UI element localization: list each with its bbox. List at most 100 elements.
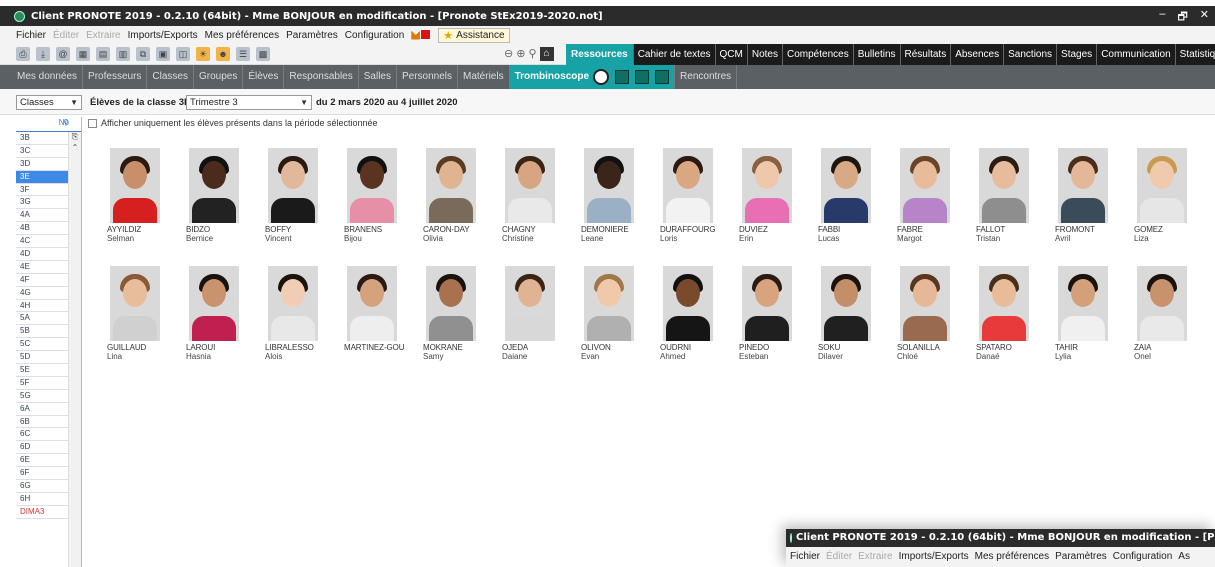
student-photo[interactable] bbox=[505, 266, 555, 341]
class-item[interactable]: 5B bbox=[16, 325, 68, 339]
window-icon[interactable]: ◫ bbox=[176, 47, 190, 61]
student-photo[interactable] bbox=[110, 148, 160, 223]
overlay-menu-item[interactable]: Éditer bbox=[826, 547, 852, 567]
messaging-icon[interactable] bbox=[411, 29, 431, 41]
trimestre-select[interactable]: Trimestre 3 ▼ bbox=[186, 95, 312, 110]
tab-comp-tences[interactable]: Compétences bbox=[783, 44, 854, 65]
maximize-button[interactable]: 🗗 bbox=[1177, 8, 1187, 27]
class-item[interactable]: 3C bbox=[16, 145, 68, 158]
forward-icon[interactable]: ⊕ bbox=[516, 47, 525, 61]
class-item[interactable]: 6H bbox=[16, 493, 68, 506]
student-photo[interactable] bbox=[1137, 266, 1187, 341]
student-photo[interactable] bbox=[1137, 148, 1187, 223]
student-photo[interactable] bbox=[900, 148, 950, 223]
student-photo[interactable] bbox=[742, 266, 792, 341]
student-card[interactable]: SPATARO Danaé bbox=[969, 266, 1047, 366]
subtab-personnels[interactable]: Personnels bbox=[397, 65, 459, 89]
menu-configuration[interactable]: Configuration bbox=[345, 30, 404, 41]
class-item[interactable]: DIMA3 bbox=[16, 506, 68, 519]
subtab--l-ves[interactable]: Élèves bbox=[243, 65, 285, 89]
student-card[interactable]: CARON-DAY Olivia bbox=[416, 148, 494, 248]
student-photo[interactable] bbox=[505, 148, 555, 223]
student-card[interactable]: LAROUI Hasnia bbox=[179, 266, 257, 366]
tab-qcm[interactable]: QCM bbox=[715, 44, 748, 65]
class-item[interactable]: 5D bbox=[16, 351, 68, 365]
classes-select[interactable]: Classes ▼ bbox=[16, 95, 82, 110]
class-search[interactable]: No ⚲ bbox=[16, 117, 81, 132]
search-icon[interactable]: ⚲ bbox=[528, 47, 536, 61]
photo-icon[interactable] bbox=[655, 70, 670, 84]
class-item[interactable]: 6C bbox=[16, 428, 68, 442]
grid-icon[interactable]: ▦ bbox=[76, 47, 90, 61]
print-icon[interactable] bbox=[615, 70, 630, 84]
student-card[interactable]: OLIVON Evan bbox=[574, 266, 652, 366]
class-item[interactable]: 6F bbox=[16, 467, 68, 481]
network-icon[interactable]: ▩ bbox=[256, 47, 270, 61]
overlay-menu-item[interactable]: Imports/Exports bbox=[899, 547, 969, 567]
subtab-mes-donn-es[interactable]: Mes données bbox=[12, 65, 84, 89]
download-icon[interactable]: ⤓ bbox=[36, 47, 50, 61]
student-photo[interactable] bbox=[426, 148, 476, 223]
student-card[interactable]: TAHIR Lylia bbox=[1048, 266, 1126, 366]
student-photo[interactable] bbox=[1058, 266, 1108, 341]
overlay-menu-item[interactable]: Fichier bbox=[790, 547, 820, 567]
present-only-checkbox[interactable] bbox=[88, 118, 97, 128]
student-photo[interactable] bbox=[979, 266, 1029, 341]
student-card[interactable]: FROMONT Avril bbox=[1048, 148, 1126, 248]
class-item[interactable]: 3E bbox=[16, 170, 68, 184]
class-item[interactable]: 6E bbox=[16, 454, 68, 468]
subtab-professeurs[interactable]: Professeurs bbox=[83, 65, 148, 89]
class-item[interactable]: 3D bbox=[16, 158, 68, 171]
student-card[interactable]: PINEDO Esteban bbox=[732, 266, 810, 366]
tab-stages[interactable]: Stages bbox=[1057, 44, 1098, 65]
student-photo[interactable] bbox=[1058, 148, 1108, 223]
subtab-rencontres[interactable]: Rencontres bbox=[675, 65, 738, 89]
tab-bulletins[interactable]: Bulletins bbox=[853, 44, 901, 65]
subtab-trombinoscope[interactable]: Trombinoscope bbox=[509, 65, 676, 89]
student-photo[interactable] bbox=[426, 266, 476, 341]
student-card[interactable]: SOLANILLA Chloé bbox=[890, 266, 968, 366]
class-item[interactable]: 6G bbox=[16, 480, 68, 493]
student-card[interactable]: AYYILDIZ Selman bbox=[100, 148, 178, 248]
class-item[interactable]: 3B bbox=[16, 132, 68, 145]
class-item[interactable]: 6B bbox=[16, 416, 68, 429]
student-card[interactable]: OUDRNI Ahmed bbox=[653, 266, 731, 366]
student-card[interactable]: GOMEZ Liza bbox=[1127, 148, 1205, 248]
class-item[interactable]: 4F bbox=[16, 274, 68, 287]
overlay-menu-item[interactable]: Paramètres bbox=[1055, 547, 1107, 567]
subtab-groupes[interactable]: Groupes bbox=[194, 65, 244, 89]
overlay-menu-item[interactable]: Configuration bbox=[1113, 547, 1172, 567]
student-photo[interactable] bbox=[979, 148, 1029, 223]
subtab-salles[interactable]: Salles bbox=[359, 65, 397, 89]
class-item[interactable]: 5C bbox=[16, 338, 68, 352]
class-item[interactable]: 3G bbox=[16, 196, 68, 210]
student-photo[interactable] bbox=[189, 266, 239, 341]
print-icon[interactable]: ⎙ bbox=[16, 47, 30, 61]
view-icon[interactable]: ▣ bbox=[156, 47, 170, 61]
student-card[interactable]: DURAFFOURG Loris bbox=[653, 148, 731, 248]
student-card[interactable]: LIBRALESSO Alois bbox=[258, 266, 336, 366]
class-item[interactable]: 5F bbox=[16, 377, 68, 390]
student-photo[interactable] bbox=[742, 148, 792, 223]
tab-notes[interactable]: Notes bbox=[747, 44, 783, 65]
student-card[interactable]: BIDZO Bernice bbox=[179, 148, 257, 248]
tab-cahier-de-textes[interactable]: Cahier de textes bbox=[633, 44, 716, 65]
student-photo[interactable] bbox=[584, 148, 634, 223]
class-item[interactable]: 4C bbox=[16, 235, 68, 249]
tool-icon[interactable]: ▤ bbox=[96, 47, 110, 61]
at-icon[interactable]: @ bbox=[56, 47, 70, 61]
student-photo[interactable] bbox=[268, 148, 318, 223]
class-item[interactable]: 4B bbox=[16, 222, 68, 236]
close-button[interactable]: ✕ bbox=[1200, 8, 1209, 27]
class-item[interactable]: 3F bbox=[16, 184, 68, 197]
trombinoscope-icon[interactable] bbox=[593, 69, 610, 85]
tab-communication[interactable]: Communication bbox=[1097, 44, 1176, 65]
search-icon[interactable]: ⚲ bbox=[63, 118, 69, 127]
student-card[interactable]: BOFFY Vincent bbox=[258, 148, 336, 248]
class-item[interactable]: 5G bbox=[16, 390, 68, 403]
student-card[interactable]: MOKRANE Samy bbox=[416, 266, 494, 366]
class-item[interactable]: 4A bbox=[16, 209, 68, 223]
student-photo[interactable] bbox=[347, 266, 397, 341]
student-card[interactable]: FALLOT Tristan bbox=[969, 148, 1047, 248]
class-item[interactable]: 4H bbox=[16, 300, 68, 313]
